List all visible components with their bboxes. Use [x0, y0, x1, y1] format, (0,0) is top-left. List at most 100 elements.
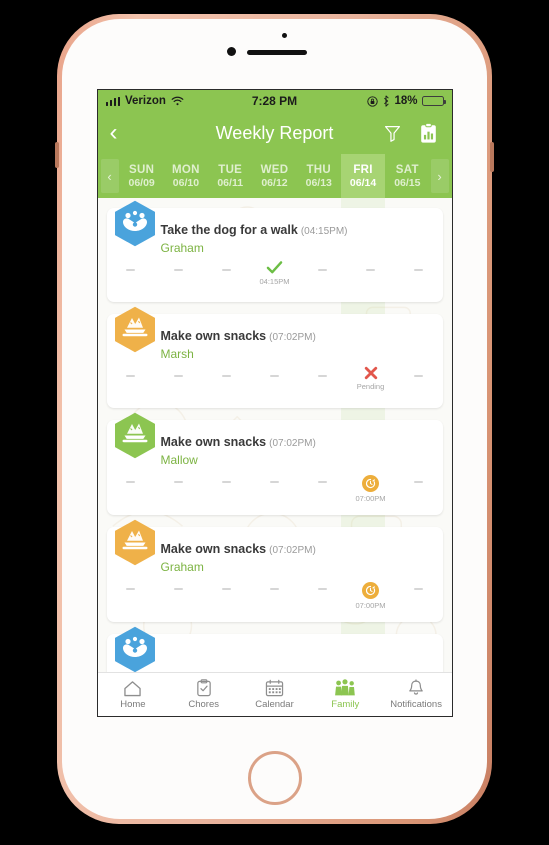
- day-column-thu[interactable]: THU 06/13: [297, 154, 341, 198]
- task-day-cell[interactable]: 04:15PM: [251, 260, 299, 290]
- snack-avatar-icon: [114, 306, 155, 353]
- day-of-week-label: SAT: [395, 163, 419, 176]
- task-card[interactable]: Make own snacks (07:02PM) Marsh Pending: [106, 306, 443, 408]
- tab-notifications[interactable]: Notifications: [381, 673, 452, 716]
- empty-cell-dash: [318, 269, 327, 271]
- task-day-cell[interactable]: [107, 260, 155, 290]
- task-day-cell[interactable]: 07:00PM: [347, 472, 395, 503]
- tab-label: Family: [331, 698, 360, 710]
- task-day-cell[interactable]: [203, 472, 251, 503]
- empty-cell-dash: [174, 481, 183, 483]
- home-button[interactable]: [247, 751, 302, 805]
- task-card[interactable]: Take the dog for a walk (04:15PM) Graham 04…: [106, 200, 443, 302]
- filter-funnel-icon[interactable]: [382, 121, 404, 145]
- power-button: [490, 142, 494, 172]
- tab-family[interactable]: Family: [310, 673, 381, 716]
- phone-screen: Verizon 7:28 PM 18% ‹ Weekly Report ‹ SU…: [96, 89, 453, 717]
- empty-cell-dash: [222, 269, 231, 271]
- task-day-cell[interactable]: [155, 472, 203, 503]
- task-time-label: (07:02PM): [269, 545, 316, 556]
- task-day-cell[interactable]: 07:00PM: [347, 579, 395, 610]
- task-time-label: (04:15PM): [300, 226, 348, 237]
- day-column-fri[interactable]: FRI 06/14: [340, 154, 386, 198]
- day-column-sun[interactable]: SUN 06/09: [120, 154, 164, 198]
- day-column-mon[interactable]: MON 06/10: [164, 154, 208, 198]
- tab-home[interactable]: Home: [98, 673, 169, 716]
- task-day-cell[interactable]: [347, 260, 395, 290]
- empty-cell-dash: [270, 588, 279, 590]
- task-text-block: Make own snacks (07:02PM) Graham: [161, 539, 316, 575]
- task-card-list: Take the dog for a walk (04:15PM) Graham 04…: [98, 198, 452, 672]
- scheduled-clock-icon: [362, 475, 379, 492]
- task-card[interactable]: Make own snacks (07:02PM) Graham 07:00PM: [106, 519, 443, 622]
- pending-x-icon: [364, 366, 377, 380]
- task-card-header: Make own snacks (07:02PM) Graham: [107, 527, 443, 575]
- task-day-cell[interactable]: [299, 366, 347, 396]
- carrier-label: Verizon: [125, 95, 166, 107]
- task-day-cell[interactable]: [107, 366, 155, 396]
- assignee-avatar[interactable]: [113, 200, 157, 248]
- task-card-partial[interactable]: [106, 626, 443, 672]
- empty-cell-dash: [414, 375, 423, 377]
- day-column-wed[interactable]: WED 06/12: [252, 154, 296, 198]
- empty-cell-dash: [174, 588, 183, 590]
- earpiece-speaker: [246, 50, 307, 55]
- day-date-label: 06/14: [349, 176, 377, 189]
- task-day-cell[interactable]: [155, 260, 203, 290]
- day-column-tue[interactable]: TUE 06/11: [208, 154, 252, 198]
- task-day-cell[interactable]: [251, 366, 299, 396]
- chevron-right-icon[interactable]: ›: [430, 159, 449, 193]
- task-day-cell[interactable]: Pending: [347, 366, 395, 396]
- clipboard-chart-icon[interactable]: [418, 121, 440, 145]
- tab-chores[interactable]: Chores: [168, 673, 239, 716]
- task-day-cell[interactable]: [251, 579, 299, 610]
- task-card[interactable]: Make own snacks (07:02PM) Mallow 07:00PM: [106, 412, 443, 515]
- task-week-cells: Pending: [107, 362, 443, 408]
- task-day-cell[interactable]: [203, 579, 251, 610]
- task-day-cell[interactable]: [155, 579, 203, 610]
- day-date-label: 06/13: [305, 176, 332, 189]
- empty-cell-dash: [270, 481, 279, 483]
- task-day-cell[interactable]: [155, 366, 203, 396]
- cell-status-label: 04:15PM: [259, 277, 290, 286]
- task-day-cell[interactable]: [107, 472, 155, 503]
- task-card-header: Take the dog for a walk (04:15PM) Graham: [107, 208, 443, 256]
- task-day-cell[interactable]: [203, 366, 251, 396]
- task-text-block: Make own snacks (07:02PM) Marsh: [161, 326, 316, 362]
- tab-label: Calendar: [255, 698, 294, 710]
- task-day-cell[interactable]: [299, 472, 347, 503]
- phone-frame: Verizon 7:28 PM 18% ‹ Weekly Report ‹ SU…: [55, 14, 494, 824]
- task-day-cell[interactable]: [203, 260, 251, 290]
- task-day-cell[interactable]: [299, 260, 347, 290]
- task-day-cell[interactable]: [107, 579, 155, 610]
- clipboard-check-icon: [196, 678, 212, 697]
- assignee-avatar[interactable]: [113, 412, 157, 460]
- signal-bars-icon: [105, 96, 120, 106]
- assignee-avatar[interactable]: [113, 626, 157, 672]
- task-day-cell[interactable]: [395, 260, 443, 290]
- family-people-icon: [334, 678, 356, 697]
- report-list-area[interactable]: Take the dog for a walk (04:15PM) Graham 04…: [97, 198, 452, 672]
- empty-cell-dash: [414, 269, 423, 271]
- day-date-label: 06/09: [128, 176, 155, 189]
- day-column-sat[interactable]: SAT 06/15: [385, 154, 429, 198]
- task-day-cell[interactable]: [251, 472, 299, 503]
- task-text-block: Take the dog for a walk (04:15PM) Graham: [161, 220, 348, 256]
- assignee-avatar[interactable]: [113, 519, 157, 567]
- task-day-cell[interactable]: [299, 579, 347, 610]
- volume-button: [55, 142, 59, 168]
- empty-cell-dash: [126, 588, 135, 590]
- task-name-label: Make own snacks: [160, 329, 267, 343]
- chevron-left-icon[interactable]: ‹: [100, 159, 119, 193]
- task-week-cells: 07:00PM: [107, 468, 443, 515]
- day-of-week-label: MON: [172, 163, 200, 176]
- task-day-cell[interactable]: [395, 579, 443, 610]
- task-day-cell[interactable]: [395, 472, 443, 503]
- date-selector-strip: ‹ SUN 06/09 MON 06/10 TUE 06/11 WED 06/12 THU 06/…: [97, 154, 452, 198]
- assignee-avatar[interactable]: [113, 306, 157, 354]
- task-name-label: Make own snacks: [160, 542, 267, 556]
- empty-cell-dash: [174, 375, 183, 377]
- dog-avatar-icon: [114, 626, 155, 672]
- task-day-cell[interactable]: [395, 366, 443, 396]
- tab-calendar[interactable]: Calendar: [239, 673, 310, 716]
